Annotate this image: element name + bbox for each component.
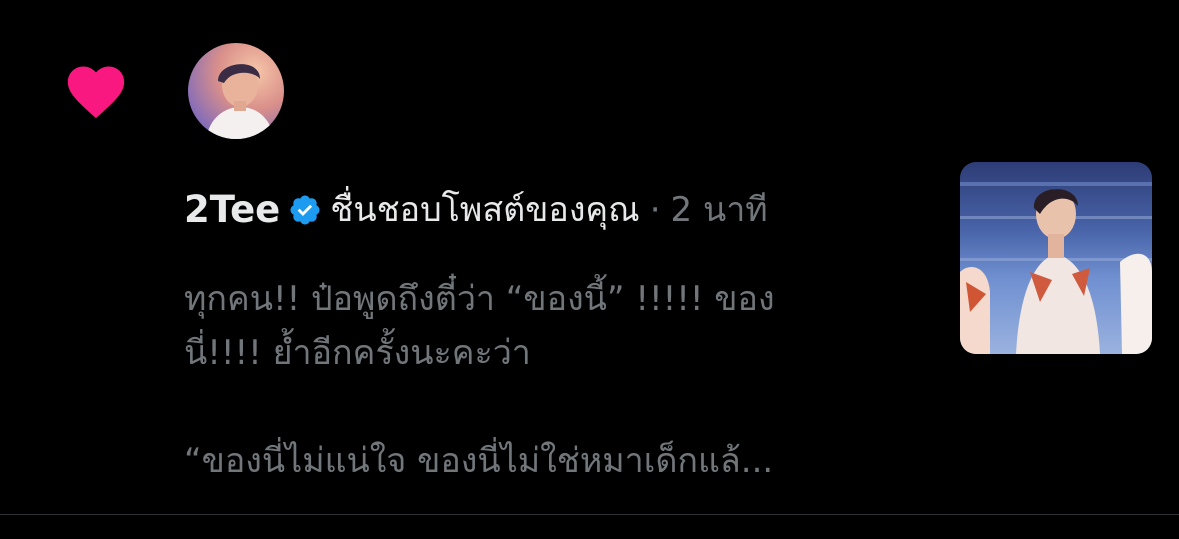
timestamp: 2 นาที <box>670 190 768 230</box>
divider <box>0 514 1179 515</box>
tweet-line: นี่!!!! ย้ำอีกครั้งนะคะว่า <box>184 333 531 373</box>
tweet-preview-text[interactable]: ทุกคน!! ป๋อพูดถึงตี๋ว่า “ของนี้” !!!!! ข… <box>184 272 884 488</box>
separator-dot: · <box>649 190 661 230</box>
user-name[interactable]: 2Tee <box>184 184 280 236</box>
like-notification[interactable]: 2Tee ชื่นชอบโพสต์ของคุณ · 2 นาที ทุกคน!!… <box>0 0 1179 514</box>
notification-headline: 2Tee ชื่นชอบโพสต์ของคุณ · 2 นาที <box>184 184 768 236</box>
media-thumbnail[interactable] <box>960 162 1152 354</box>
heart-icon <box>67 66 125 119</box>
tweet-line: “ของนี่ไม่แน่ใจ ของนี่ไม่ใช่หมาเด็กแล้..… <box>184 441 774 481</box>
action-text: ชื่นชอบโพสต์ของคุณ <box>330 190 640 230</box>
tweet-line: ทุกคน!! ป๋อพูดถึงตี๋ว่า “ของนี้” !!!!! ข… <box>184 279 775 319</box>
verified-badge-icon <box>290 195 320 225</box>
avatar[interactable] <box>188 43 284 139</box>
